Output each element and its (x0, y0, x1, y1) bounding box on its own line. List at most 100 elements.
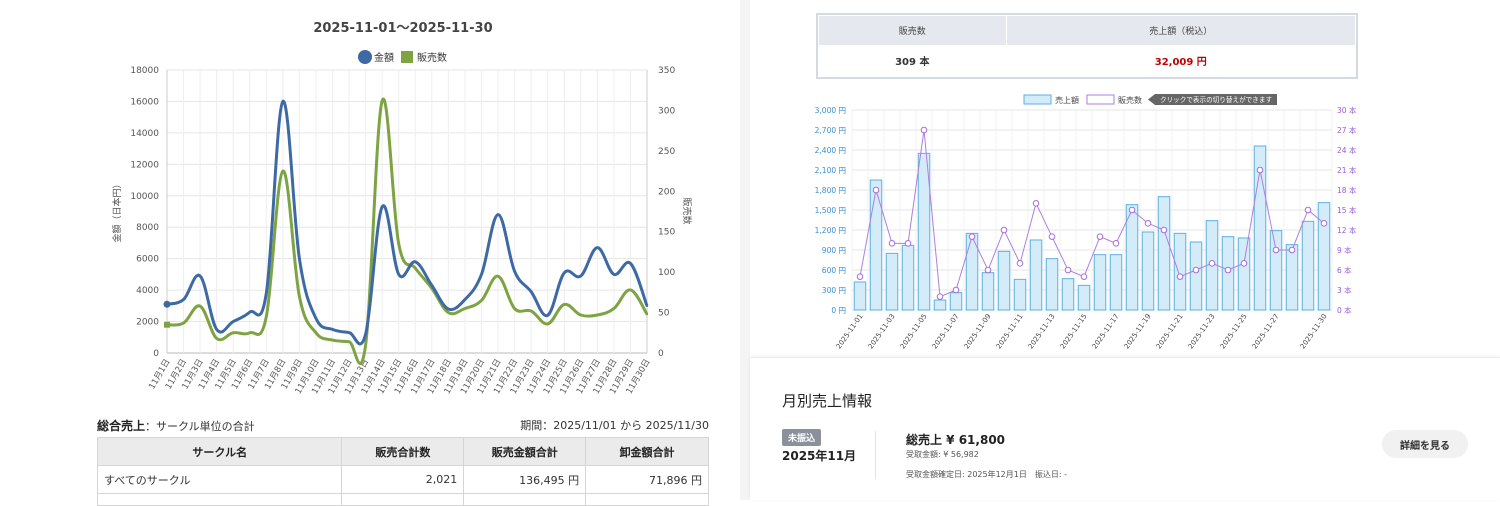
x-tick-label: 2025-11-30 (1299, 313, 1329, 351)
y2-tick-label: 350 (658, 66, 675, 76)
x-axis: 2025-11-01 2025-11-03 2025-11-05 2025-11-07… (835, 313, 1329, 351)
data-point (1320, 220, 1328, 227)
legend-amount-swatch[interactable] (1023, 94, 1052, 105)
y2-tick-label: 100 (658, 268, 675, 278)
data-point (1096, 233, 1104, 240)
data-point (563, 303, 566, 306)
y-axis-left: 0 円 300 円 600 円 900 円 1,200 円 1,500 円 1,800 円 2… (815, 106, 846, 315)
bar (949, 292, 963, 311)
data-point (182, 298, 185, 301)
data-point (1112, 240, 1120, 247)
data-point (364, 332, 367, 336)
data-point (579, 274, 582, 278)
series-line-amount (166, 99, 649, 346)
right-panel: 販売数 売上額（税込） 309 本 32,009 円 売上額 販売数 クリックで… (750, 0, 1500, 500)
data-point (968, 233, 976, 240)
chart-legend[interactable]: 売上額 販売数 クリックで表示の切り替えができます (1023, 94, 1277, 105)
x-tick-label: 2025-11-17 (1091, 313, 1121, 351)
bar (933, 299, 947, 311)
summary-period: 期間：2025/11/01 から 2025/11/30 (520, 419, 709, 432)
data-point (314, 331, 317, 334)
data-point (1080, 273, 1088, 280)
y-tick-label: 6000 (136, 255, 159, 265)
data-point (1048, 233, 1056, 240)
y2-tick-label: 30 本 (1337, 105, 1357, 115)
y2-tick-label: 0 本 (1337, 305, 1352, 315)
bar (885, 252, 899, 311)
data-point (1016, 260, 1024, 267)
y-axis-right-label: 販売数 (681, 197, 693, 224)
y-tick-label: 600 円 (822, 266, 846, 275)
cell-circle-name: すべてのサークル (96, 465, 343, 494)
status-badge: 未振込 (782, 429, 822, 446)
bar (1141, 231, 1155, 311)
data-point (936, 293, 944, 300)
data-point (596, 246, 599, 249)
data-point (414, 267, 417, 270)
bar (1077, 284, 1091, 311)
col-sales-count: 販売合計数 (341, 437, 465, 466)
data-point (1288, 246, 1296, 254)
bar (1029, 239, 1043, 311)
data-point (298, 295, 301, 298)
y-tick-label: 2,100 円 (815, 166, 846, 175)
data-point (530, 309, 533, 312)
x-tick-label: 2025-11-13 (1027, 313, 1057, 351)
data-point (298, 257, 301, 260)
data-point (1032, 200, 1040, 207)
bar (1125, 204, 1139, 311)
data-point (1208, 260, 1216, 267)
x-tick-label: 2025-11-11 (995, 313, 1025, 351)
y2-tick-label: 0 (658, 349, 664, 359)
chart-legend[interactable]: 金額 販売数 (358, 50, 447, 64)
y-tick-label: 8000 (136, 223, 159, 233)
y-axis-right: 0 50 100 150 200 250 300 350 (658, 66, 675, 359)
legend-count-label[interactable]: 販売数 (1118, 95, 1142, 105)
x-tick-label: 2025-11-03 (867, 313, 897, 351)
y-tick-label: 0 円 (831, 306, 846, 315)
x-tick-label: 2025-11-21 (1155, 313, 1185, 351)
summary-title: 総合売上：サークル単位の合計 (97, 417, 255, 434)
y-tick-label: 1,200 円 (815, 226, 846, 235)
data-point (645, 304, 649, 308)
col-circle-name: サークル名 (96, 437, 343, 466)
y2-tick-label: 250 (658, 147, 675, 157)
y-tick-label: 1,500 円 (815, 206, 846, 215)
daily-bar-chart: 売上額 販売数 クリックで表示の切り替えができます 0 円 300 円 600 円 9… (815, 94, 1357, 351)
y2-tick-label: 9 本 (1337, 245, 1352, 255)
y-tick-label: 18000 (130, 66, 159, 76)
chart-title: 2025-11-01～2025-11-30 (313, 21, 492, 36)
y2-tick-label: 21 本 (1337, 165, 1357, 175)
data-point (856, 273, 864, 280)
x-axis: 11月1日11月2日11月3日11月4日11月5日11月6日11月7日11月8日… (147, 358, 652, 396)
data-point (248, 310, 251, 314)
y2-tick-label: 6 本 (1337, 265, 1352, 275)
data-point (215, 337, 218, 340)
y2-tick-label: 300 (658, 106, 675, 116)
y2-tick-label: 12 本 (1337, 225, 1357, 235)
data-point (1272, 246, 1280, 254)
table-row[interactable]: すべてのサークル 2,021 136,495 円 71,896 円 (96, 465, 709, 494)
data-point (888, 240, 896, 247)
data-point (629, 262, 632, 265)
legend-count-swatch[interactable] (1086, 94, 1115, 105)
data-point (904, 240, 912, 247)
y-tick-label: 0 (153, 349, 159, 359)
bar (981, 272, 995, 311)
sales-line-chart: 2025-11-01～2025-11-30 金額 販売数 02000400060… (111, 21, 693, 396)
legend-count-label[interactable]: 販売数 (417, 51, 447, 64)
view-details-button[interactable]: 詳細を見る (1382, 430, 1468, 458)
data-point (1176, 273, 1184, 280)
data-point (612, 307, 615, 310)
y-tick-label: 16000 (130, 97, 159, 107)
card-divider (875, 431, 876, 479)
y2-tick-label: 27 本 (1337, 125, 1357, 135)
bar (1157, 196, 1171, 311)
data-point (1256, 166, 1264, 174)
data-point (529, 290, 533, 293)
data-point (596, 313, 599, 316)
data-point (629, 288, 632, 291)
legend-amount-label[interactable]: 金額 (374, 51, 394, 64)
legend-amount-label[interactable]: 売上額 (1055, 95, 1079, 105)
sales-summary-table: サークル名 販売合計数 販売金額合計 卸金額合計 すべてのサークル 2,021 … (96, 437, 709, 506)
